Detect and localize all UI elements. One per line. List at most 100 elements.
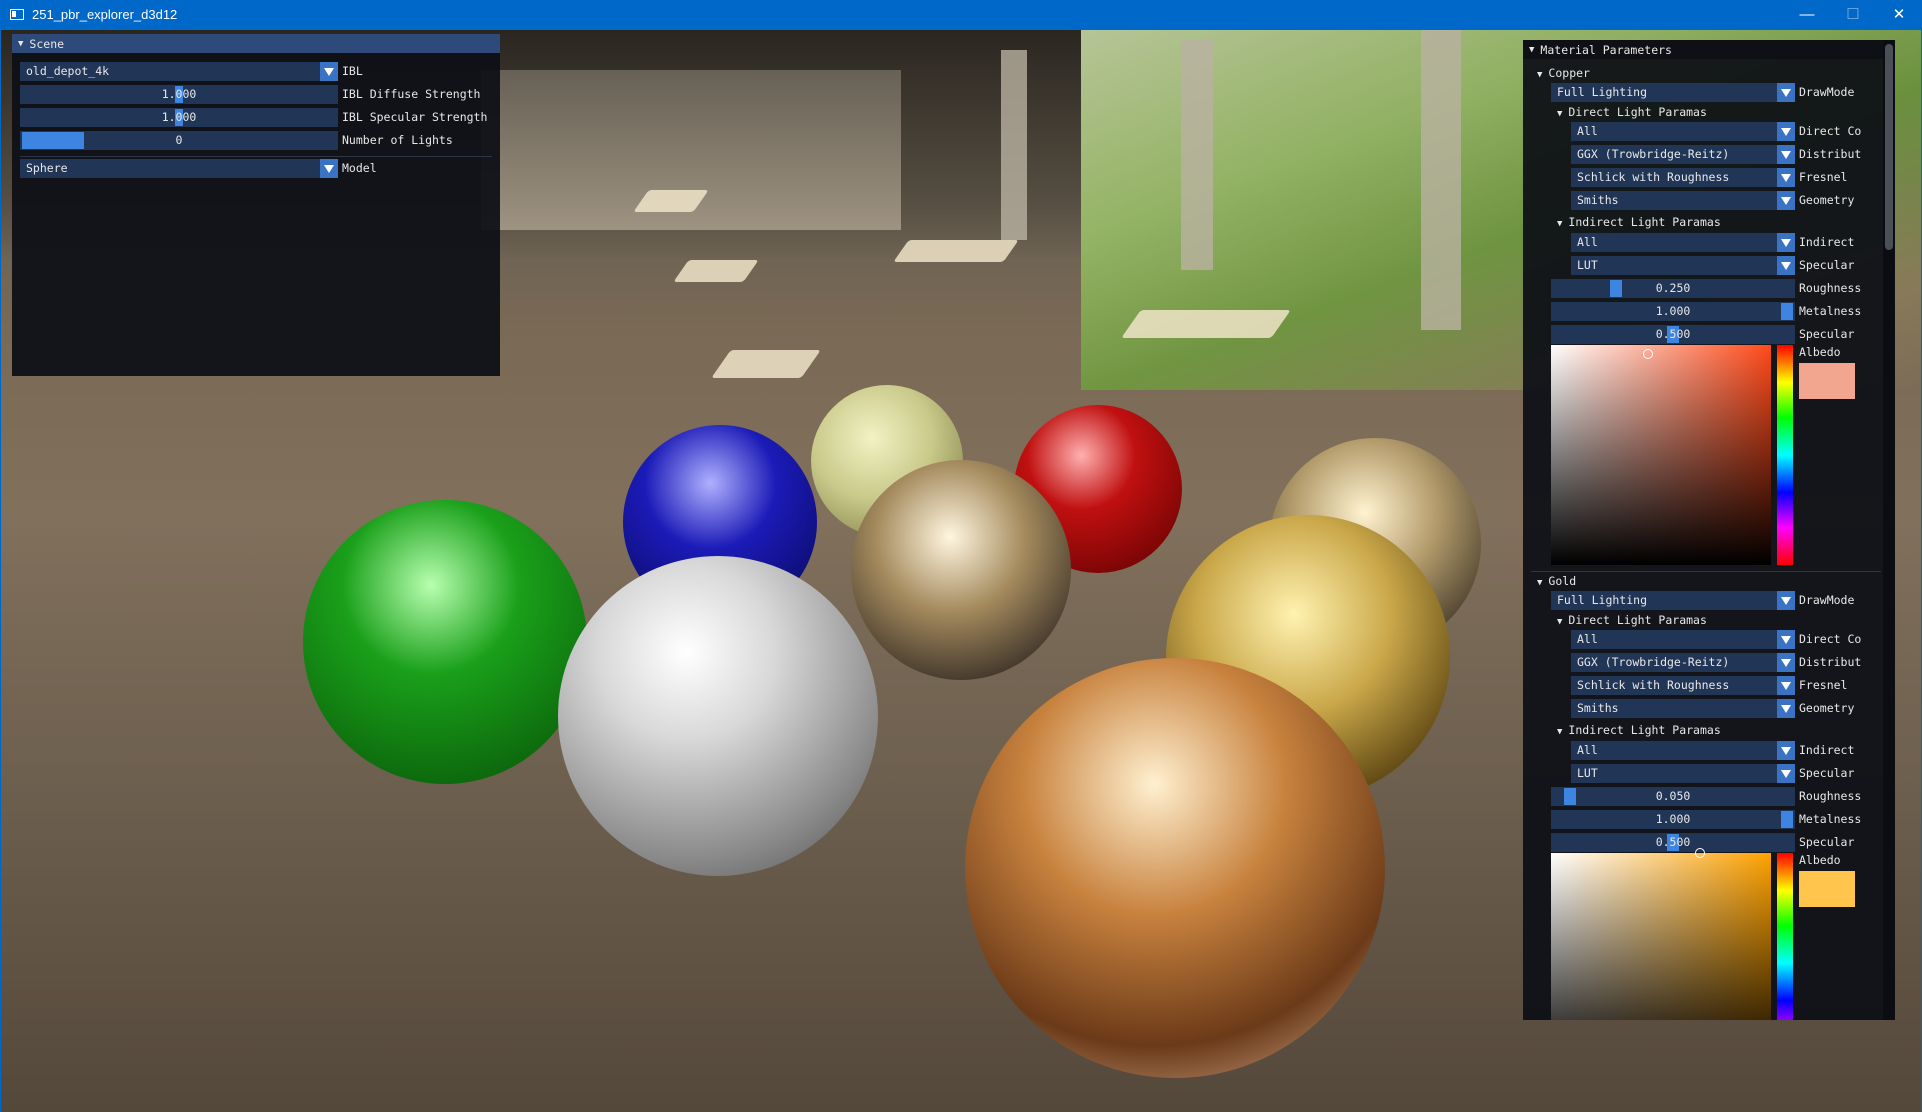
- collapse-arrow-icon[interactable]: ▼: [1557, 109, 1562, 119]
- material-panel-title[interactable]: ▼ Material Parameters: [1523, 40, 1895, 59]
- material-header-gold[interactable]: ▼ Gold: [1537, 574, 1576, 588]
- collapse-arrow-icon[interactable]: ▼: [1557, 727, 1562, 737]
- albedo-saturation-value-picker[interactable]: [1551, 848, 1771, 1020]
- collapse-arrow-icon[interactable]: ▼: [1537, 578, 1542, 588]
- chevron-down-icon[interactable]: [320, 159, 338, 178]
- maximize-button[interactable]: ☐: [1830, 0, 1876, 30]
- albedo-hue-bar[interactable]: [1777, 853, 1793, 1020]
- indirect-light-header-text: Indirect Light Paramas: [1568, 723, 1721, 737]
- drawmode-label: DrawMode: [1799, 85, 1855, 99]
- roughness-slider[interactable]: 0.050: [1551, 787, 1795, 806]
- scrollbar[interactable]: [1883, 40, 1895, 1020]
- indirect-light-combo[interactable]: All: [1571, 741, 1795, 760]
- albedo-hue-bar[interactable]: [1777, 345, 1793, 565]
- albedo-color-swatch[interactable]: [1799, 363, 1855, 399]
- chevron-down-icon[interactable]: [1777, 591, 1795, 610]
- collapse-arrow-icon[interactable]: ▼: [1537, 70, 1542, 80]
- window-title: 251_pbr_explorer_d3d12: [32, 7, 178, 22]
- direct-light-combo-value: GGX (Trowbridge-Reitz): [1577, 147, 1730, 161]
- indirect-light-combo[interactable]: LUT: [1571, 764, 1795, 783]
- direct-light-header[interactable]: ▼ Direct Light Paramas: [1557, 105, 1707, 119]
- drawmode-value: Full Lighting: [1557, 593, 1648, 607]
- metalness-slider[interactable]: 1.000: [1551, 302, 1795, 321]
- sphere-silver: [558, 556, 878, 876]
- drawmode-value: Full Lighting: [1557, 85, 1648, 99]
- collapse-arrow-icon[interactable]: ▼: [1529, 45, 1534, 55]
- chevron-down-icon[interactable]: [1777, 256, 1795, 275]
- indirect-light-label: Specular: [1799, 766, 1855, 780]
- scrollbar-thumb[interactable]: [1885, 44, 1893, 250]
- collapse-arrow-icon[interactable]: ▼: [18, 39, 23, 49]
- indirect-light-header[interactable]: ▼ Indirect Light Paramas: [1557, 215, 1721, 229]
- albedo-saturation-value-picker[interactable]: [1551, 345, 1771, 565]
- roughness-value: 0.050: [1655, 789, 1691, 803]
- sunlight-patch: [673, 260, 759, 282]
- metalness-value: 1.000: [1655, 304, 1691, 318]
- direct-light-combo[interactable]: All: [1571, 122, 1795, 141]
- minimize-button[interactable]: —: [1784, 0, 1830, 30]
- close-button[interactable]: ✕: [1876, 0, 1922, 30]
- sphere-green: [303, 500, 587, 784]
- direct-light-combo-value: Smiths: [1577, 193, 1619, 207]
- drawmode-label: DrawMode: [1799, 593, 1855, 607]
- ibl-diffuse-slider[interactable]: 1.000: [20, 85, 338, 104]
- direct-light-label: Fresnel: [1799, 170, 1848, 184]
- specular-label: Specular: [1799, 327, 1855, 341]
- metalness-value: 1.000: [1655, 812, 1691, 826]
- sunlight-patch: [711, 350, 821, 378]
- indirect-light-header[interactable]: ▼ Indirect Light Paramas: [1557, 723, 1721, 737]
- direct-light-combo[interactable]: GGX (Trowbridge-Reitz): [1571, 145, 1795, 164]
- direct-light-combo[interactable]: GGX (Trowbridge-Reitz): [1571, 653, 1795, 672]
- chevron-down-icon[interactable]: [1777, 676, 1795, 695]
- chevron-down-icon[interactable]: [1777, 168, 1795, 187]
- scene-panel: ▼ Scene old_depot_4k IBL 1.000 IBL Diffu…: [12, 34, 500, 376]
- chevron-down-icon[interactable]: [1777, 122, 1795, 141]
- specular-slider[interactable]: 0.500: [1551, 325, 1795, 344]
- chevron-down-icon[interactable]: [1777, 191, 1795, 210]
- direct-light-combo[interactable]: All: [1571, 630, 1795, 649]
- direct-light-combo-value: GGX (Trowbridge-Reitz): [1577, 655, 1730, 669]
- chevron-down-icon[interactable]: [1777, 764, 1795, 783]
- picker-cursor[interactable]: [1695, 848, 1705, 858]
- chevron-down-icon[interactable]: [1777, 741, 1795, 760]
- chevron-down-icon[interactable]: [1777, 233, 1795, 252]
- direct-light-combo[interactable]: Schlick with Roughness: [1571, 676, 1795, 695]
- collapse-arrow-icon[interactable]: ▼: [1557, 617, 1562, 627]
- collapse-arrow-icon[interactable]: ▼: [1557, 219, 1562, 229]
- direct-light-label: Distribut: [1799, 147, 1862, 161]
- direct-light-label: Geometry: [1799, 701, 1855, 715]
- chevron-down-icon[interactable]: [1777, 83, 1795, 102]
- direct-light-combo-value: Schlick with Roughness: [1577, 170, 1730, 184]
- specular-slider[interactable]: 0.500: [1551, 833, 1795, 852]
- picker-cursor[interactable]: [1643, 349, 1653, 359]
- direct-light-combo[interactable]: Smiths: [1571, 191, 1795, 210]
- ibl-combo[interactable]: old_depot_4k: [20, 62, 338, 81]
- direct-light-combo[interactable]: Smiths: [1571, 699, 1795, 718]
- indirect-light-combo[interactable]: All: [1571, 233, 1795, 252]
- chevron-down-icon[interactable]: [320, 62, 338, 81]
- chevron-down-icon[interactable]: [1777, 699, 1795, 718]
- albedo-color-swatch[interactable]: [1799, 871, 1855, 907]
- metalness-slider[interactable]: 1.000: [1551, 810, 1795, 829]
- indirect-light-combo-value: LUT: [1577, 766, 1598, 780]
- ibl-specular-slider[interactable]: 1.000: [20, 108, 338, 127]
- material-header-copper[interactable]: ▼ Copper: [1537, 66, 1590, 80]
- chevron-down-icon[interactable]: [1777, 630, 1795, 649]
- drawmode-combo[interactable]: Full Lighting: [1551, 591, 1795, 610]
- direct-light-combo[interactable]: Schlick with Roughness: [1571, 168, 1795, 187]
- chevron-down-icon[interactable]: [1777, 145, 1795, 164]
- sphere-chrome: [851, 460, 1071, 680]
- num-lights-slider[interactable]: 0: [20, 131, 338, 150]
- direct-light-header[interactable]: ▼ Direct Light Paramas: [1557, 613, 1707, 627]
- chevron-down-icon[interactable]: [1777, 653, 1795, 672]
- drawmode-combo[interactable]: Full Lighting: [1551, 83, 1795, 102]
- indirect-light-combo[interactable]: LUT: [1571, 256, 1795, 275]
- direct-light-label: Distribut: [1799, 655, 1862, 669]
- material-name: Copper: [1548, 66, 1590, 80]
- scene-panel-title[interactable]: ▼ Scene: [12, 34, 500, 53]
- model-combo[interactable]: Sphere: [20, 159, 338, 178]
- ibl-specular-value: 1.000: [161, 110, 197, 124]
- roughness-slider[interactable]: 0.250: [1551, 279, 1795, 298]
- direct-light-combo-value: Schlick with Roughness: [1577, 678, 1730, 692]
- albedo-label: Albedo: [1799, 345, 1841, 359]
